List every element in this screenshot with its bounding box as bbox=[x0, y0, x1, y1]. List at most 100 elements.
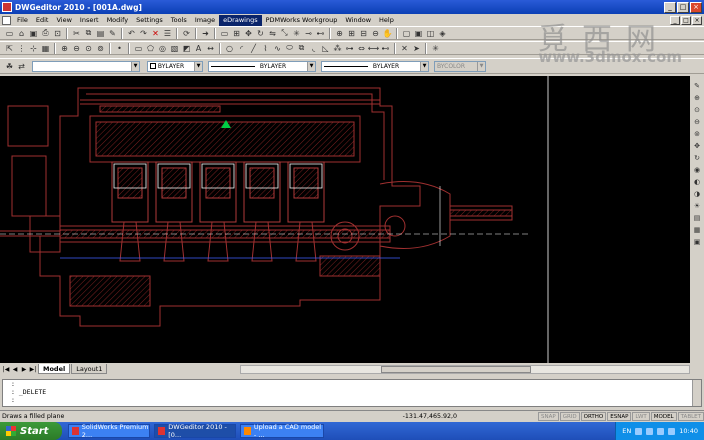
menu-modify[interactable]: Modify bbox=[103, 15, 133, 26]
model-toggle[interactable]: MODEL bbox=[650, 411, 677, 421]
open-icon[interactable]: ⌂ bbox=[16, 28, 27, 39]
tab-layout1[interactable]: Layout1 bbox=[71, 364, 108, 374]
point-icon[interactable]: • bbox=[114, 43, 125, 54]
pan-icon[interactable]: ✋ bbox=[382, 28, 393, 39]
taskbar-item-browser[interactable]: Upload a CAD model - ... bbox=[240, 423, 324, 439]
zoom-extents-icon[interactable]: ⊟ bbox=[358, 28, 369, 39]
menu-window[interactable]: Window bbox=[341, 15, 375, 26]
minimize-button[interactable]: _ bbox=[664, 1, 676, 13]
doc-close-button[interactable]: × bbox=[692, 15, 702, 25]
text-icon[interactable]: A bbox=[193, 43, 204, 54]
close-button[interactable]: × bbox=[690, 1, 702, 13]
language-indicator[interactable]: EN bbox=[622, 427, 631, 435]
light-icon[interactable]: ☀ bbox=[692, 201, 702, 211]
document-icon[interactable] bbox=[2, 15, 11, 25]
circle-icon[interactable]: ○ bbox=[224, 43, 235, 54]
command-input[interactable]: : bbox=[3, 396, 701, 404]
menu-image[interactable]: Image bbox=[191, 15, 219, 26]
table-icon[interactable]: ▦ bbox=[692, 225, 702, 235]
menu-view[interactable]: View bbox=[52, 15, 75, 26]
move-icon[interactable]: ✥ bbox=[243, 28, 254, 39]
layer-previous-icon[interactable]: ⇄ bbox=[16, 61, 27, 72]
tab-next-icon[interactable]: ▶ bbox=[20, 366, 28, 373]
view-top-icon[interactable]: ▢ bbox=[401, 28, 412, 39]
offset-icon[interactable]: ⧉ bbox=[296, 43, 307, 54]
lwt-toggle[interactable]: LWT bbox=[632, 411, 650, 421]
render-icon[interactable]: ◐ bbox=[692, 177, 702, 187]
rectangle-icon[interactable]: ▭ bbox=[133, 43, 144, 54]
network-icon[interactable] bbox=[635, 427, 643, 435]
tab-first-icon[interactable]: |◀ bbox=[2, 366, 10, 373]
zoom-all-icon[interactable]: ⊞ bbox=[346, 28, 357, 39]
tablet-toggle[interactable]: TABLET bbox=[677, 411, 704, 421]
tab-prev-icon[interactable]: ◀ bbox=[11, 366, 19, 373]
drawing-canvas[interactable] bbox=[0, 76, 690, 363]
grid-toggle[interactable]: GRID bbox=[559, 411, 580, 421]
fillet-icon[interactable]: ◟ bbox=[308, 43, 319, 54]
grip-icon[interactable]: ⋮ bbox=[16, 43, 27, 54]
doc-minimize-button[interactable]: _ bbox=[670, 15, 680, 25]
chamfer-icon[interactable]: ◺ bbox=[320, 43, 331, 54]
ellipse-icon[interactable]: ⬭ bbox=[284, 43, 295, 54]
material-icon[interactable]: ▤ bbox=[692, 213, 702, 223]
explode-star-icon[interactable]: ✳ bbox=[430, 43, 441, 54]
taskbar-item-dwgeditor[interactable]: DWGeditor 2010 - [0... bbox=[154, 423, 236, 439]
paste-icon[interactable]: ▤ bbox=[95, 28, 106, 39]
pencil-icon[interactable]: ✎ bbox=[692, 81, 702, 91]
view-side-icon[interactable]: ◫ bbox=[425, 28, 436, 39]
command-scrollbar[interactable] bbox=[692, 380, 701, 406]
layer-dropdown[interactable]: ▼ bbox=[32, 60, 140, 72]
snap-toggle[interactable]: SNAP bbox=[538, 411, 559, 421]
menu-edit[interactable]: Edit bbox=[32, 15, 53, 26]
grid-icon[interactable]: ▦ bbox=[40, 43, 51, 54]
menu-settings[interactable]: Settings bbox=[132, 15, 167, 26]
app-icon[interactable] bbox=[2, 2, 12, 12]
insert-icon[interactable]: ⊞ bbox=[231, 28, 242, 39]
color-dropdown[interactable]: BYLAYER ▼ bbox=[147, 60, 203, 72]
scrollbar-thumb[interactable] bbox=[381, 365, 531, 373]
cross-icon[interactable]: ✕ bbox=[399, 43, 410, 54]
pan-icon[interactable]: ✥ bbox=[692, 141, 702, 151]
volume-icon[interactable] bbox=[646, 427, 654, 435]
security-icon[interactable] bbox=[657, 427, 665, 435]
shade-icon[interactable]: ◑ bbox=[692, 189, 702, 199]
arrow-icon[interactable]: ➜ bbox=[200, 28, 211, 39]
snap-icon[interactable]: ⊹ bbox=[28, 43, 39, 54]
layer-manager-icon[interactable]: ☘ bbox=[4, 61, 15, 72]
zoom-previous-icon[interactable]: ⊚ bbox=[692, 129, 702, 139]
match-properties-icon[interactable]: ✎ bbox=[107, 28, 118, 39]
zoom-in-icon[interactable]: ⊕ bbox=[59, 43, 70, 54]
zoom-previous-icon[interactable]: ⊖ bbox=[370, 28, 381, 39]
zoom-in-icon[interactable]: ⊕ bbox=[692, 93, 702, 103]
properties-icon[interactable]: ☰ bbox=[162, 28, 173, 39]
print-preview-icon[interactable]: ⊡ bbox=[52, 28, 63, 39]
view-front-icon[interactable]: ▣ bbox=[413, 28, 424, 39]
line-icon[interactable]: ╱ bbox=[248, 43, 259, 54]
hatch-icon[interactable]: ▧ bbox=[169, 43, 180, 54]
print-icon[interactable]: ⎙ bbox=[40, 28, 51, 39]
view-iso-icon[interactable]: ◈ bbox=[437, 28, 448, 39]
command-window[interactable]: : : _DELETE : bbox=[2, 379, 702, 407]
zoom-fit-icon[interactable]: ⊚ bbox=[95, 43, 106, 54]
delete-icon[interactable]: ✕ bbox=[150, 28, 161, 39]
polygon-icon[interactable]: ⬠ bbox=[145, 43, 156, 54]
new-icon[interactable]: ▭ bbox=[4, 28, 15, 39]
zoom-realtime-icon[interactable]: ⊙ bbox=[83, 43, 94, 54]
polyline-icon[interactable]: ⌇ bbox=[260, 43, 271, 54]
scale-icon[interactable]: ⤡ bbox=[279, 28, 290, 39]
update-icon[interactable] bbox=[668, 427, 676, 435]
stretch-icon[interactable]: ⇔ bbox=[356, 43, 367, 54]
select-icon[interactable]: ⇱ bbox=[4, 43, 15, 54]
menu-help[interactable]: Help bbox=[375, 15, 398, 26]
more-arrow-icon[interactable]: ➤ bbox=[411, 43, 422, 54]
esnap-toggle[interactable]: ESNAP bbox=[607, 411, 632, 421]
break-icon[interactable]: ⊶ bbox=[344, 43, 355, 54]
menu-pdmworks[interactable]: PDMWorks Workgroup bbox=[262, 15, 342, 26]
layout-icon[interactable]: ▣ bbox=[692, 237, 702, 247]
start-button[interactable]: Start bbox=[0, 422, 62, 440]
copy-icon[interactable]: ⧉ bbox=[83, 28, 94, 39]
horizontal-scrollbar[interactable] bbox=[240, 364, 690, 374]
maximize-button[interactable]: □ bbox=[677, 1, 689, 13]
doc-restore-button[interactable]: □ bbox=[681, 15, 691, 25]
mirror-icon[interactable]: ⇋ bbox=[267, 28, 278, 39]
